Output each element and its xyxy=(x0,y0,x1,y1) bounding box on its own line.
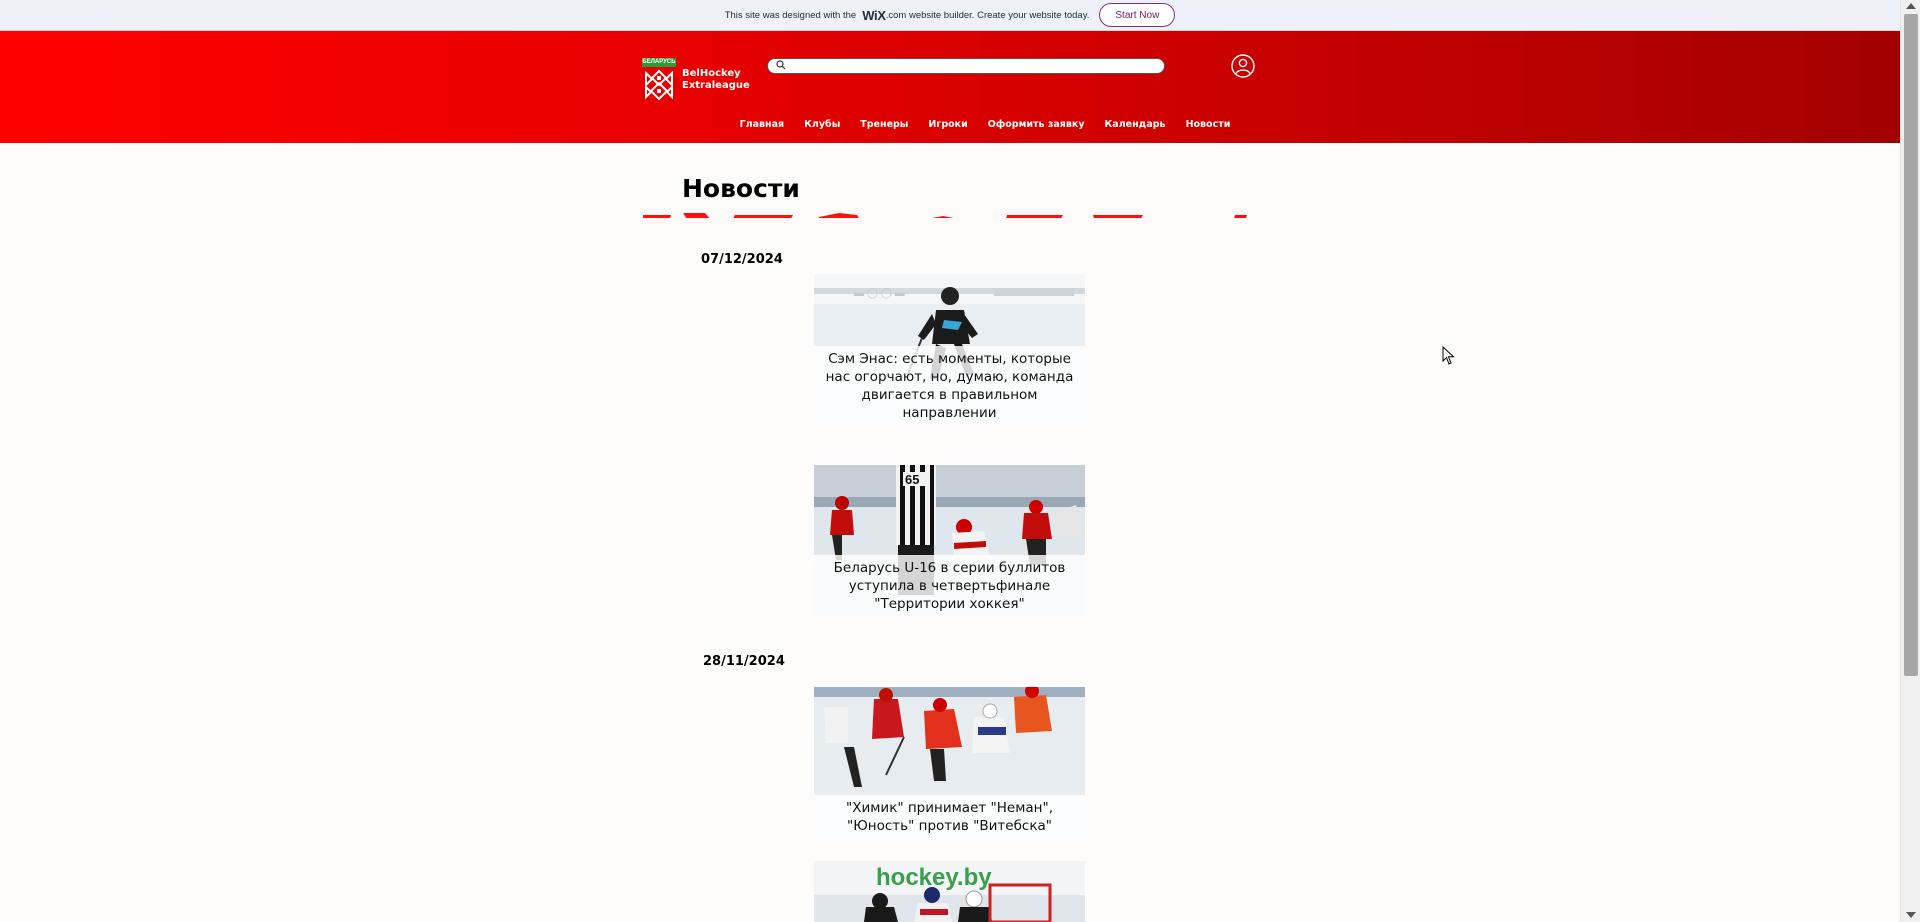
scroll-down-arrow-icon[interactable] xyxy=(1906,912,1916,918)
main-navigation: Главная Клубы Тренеры Игроки Оформить за… xyxy=(0,119,1900,130)
search-input[interactable] xyxy=(790,60,1164,72)
news-card-title: "Химик" принимает "Неман", "Юность" прот… xyxy=(814,795,1085,838)
site-header: БЕЛАРУСЬ BelHockey Extraleague Главная К… xyxy=(0,31,1900,143)
wix-banner-text-after: .com website builder. Create your websit… xyxy=(885,9,1090,21)
start-now-button[interactable]: Start Now xyxy=(1099,3,1176,27)
news-card[interactable]: ▬ ◯ ◯ ▬ Сэм Энас: есть моменты, которые … xyxy=(814,274,1085,425)
logo-line-1: BelHockey xyxy=(682,68,741,79)
wix-logo: WiX xyxy=(862,7,886,23)
nav-item-news[interactable]: Новости xyxy=(1176,119,1241,130)
mouse-cursor-icon xyxy=(1442,345,1456,371)
belhockey-emblem: БЕЛАРУСЬ xyxy=(642,58,676,102)
board-text: hockey.by xyxy=(876,864,992,891)
page-scrollbar[interactable] xyxy=(1900,0,1920,922)
news-card[interactable]: 65 Беларусь U-16 в серии буллитов уступи… xyxy=(814,465,1085,616)
scroll-up-arrow-icon[interactable] xyxy=(1906,3,1916,9)
news-card-title: Беларусь U-16 в серии буллитов уступила … xyxy=(814,555,1085,616)
news-date-group-2: 28/11/2024 xyxy=(703,654,785,669)
wix-promo-banner: This site was designed with the WiX .com… xyxy=(0,0,1900,31)
search-icon xyxy=(776,57,786,75)
nav-item-coaches[interactable]: Тренеры xyxy=(850,119,918,130)
wix-banner-text-before: This site was designed with the xyxy=(724,9,857,21)
news-date-group-1: 07/12/2024 xyxy=(701,252,783,267)
nav-item-clubs[interactable]: Клубы xyxy=(794,119,850,130)
nav-item-players[interactable]: Игроки xyxy=(918,119,977,130)
nav-item-calendar[interactable]: Календарь xyxy=(1095,119,1176,130)
logo-line-2: Extraleague xyxy=(682,80,750,91)
nav-item-home[interactable]: Главная xyxy=(730,119,795,130)
user-account-icon[interactable] xyxy=(1231,54,1255,83)
news-card-title: Сэм Энас: есть моменты, которые нас огор… xyxy=(814,346,1085,425)
scrollbar-thumb[interactable] xyxy=(1904,14,1918,676)
news-photo: hockey.by xyxy=(814,861,1085,922)
logo-badge: БЕЛАРУСЬ xyxy=(642,58,676,67)
page-title: Новости xyxy=(682,174,800,203)
svg-text:▬ ◯ ◯ ▬: ▬ ◯ ◯ ▬ xyxy=(854,288,905,299)
title-decoration xyxy=(643,209,1255,218)
site-logo[interactable]: БЕЛАРУСЬ BelHockey Extraleague xyxy=(642,58,750,102)
news-card[interactable]: hockey.by xyxy=(814,861,1085,922)
nav-item-application[interactable]: Оформить заявку xyxy=(978,119,1095,130)
news-card[interactable]: "Химик" принимает "Неман", "Юность" прот… xyxy=(814,687,1085,838)
referee-number: 65 xyxy=(905,472,919,487)
search-bar[interactable] xyxy=(767,58,1165,74)
